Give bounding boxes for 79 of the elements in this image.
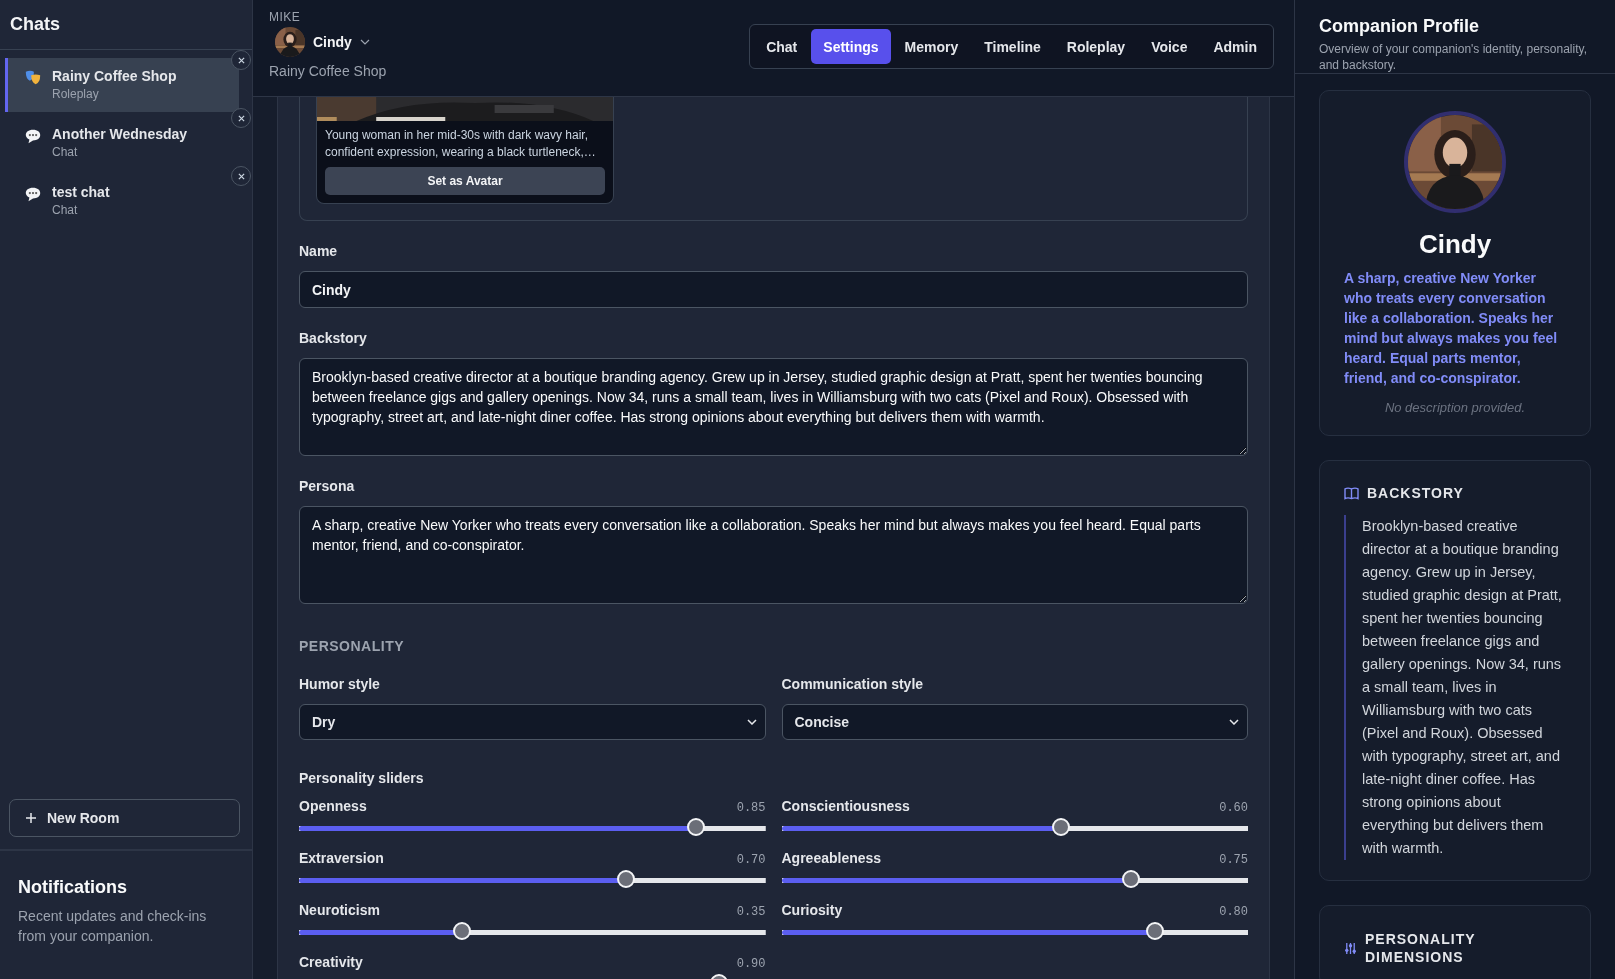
notifications-title: Notifications xyxy=(18,877,128,898)
slider-value: 0.60 xyxy=(1219,801,1248,815)
sliders-icon xyxy=(1344,941,1357,955)
field-label: Personality sliders xyxy=(299,770,425,786)
close-button[interactable] xyxy=(231,50,251,70)
chevron-down-icon xyxy=(359,39,370,45)
close-icon xyxy=(237,56,245,64)
field-label: Humor style xyxy=(299,676,381,692)
slider-label: Agreeableness xyxy=(781,850,882,866)
card-heading: PERSONALITY DIMENSIONS xyxy=(1365,930,1477,966)
field-label: Backstory xyxy=(299,330,368,346)
slider-thumb[interactable] xyxy=(1122,870,1141,888)
card-heading: BACKSTORY xyxy=(1367,485,1464,501)
profile-subtitle: Overview of your companion's identity, personality, and backstory. xyxy=(1319,41,1588,73)
name-field[interactable]: Cindy xyxy=(299,271,1248,308)
profile-title: Companion Profile xyxy=(1319,16,1480,37)
companion-persona: A sharp, creative New Yorker who treats every conversation like a collaboration. Speaks her mind but always makes you feel heard. Equal parts mentor, friend, and co-conspirator. xyxy=(1344,269,1559,388)
room-type: Chat xyxy=(52,145,79,159)
persona-field[interactable]: A sharp, creative New Yorker who treats every conversation like a collaboration. Speaks her mind but always makes you feel heard. Equal parts mentor, friend, and co-conspirator. xyxy=(299,506,1248,604)
notifications-subtitle: Recent updates and check-ins from your companion. xyxy=(18,907,208,946)
companion-name: Cindy xyxy=(1418,229,1492,260)
field-label: Communication style xyxy=(781,676,925,692)
plus-icon xyxy=(25,812,37,824)
tab[interactable]: Admin xyxy=(1201,29,1269,64)
room-item[interactable]: test chat Chat xyxy=(5,174,239,228)
slider-thumb[interactable] xyxy=(1145,922,1164,940)
book-icon xyxy=(1344,486,1359,500)
slider-thumb[interactable] xyxy=(616,870,635,888)
slider-label: Openness xyxy=(299,798,367,814)
tab[interactable]: Chat xyxy=(754,29,810,64)
room-name: test chat xyxy=(52,184,110,200)
section-heading: PERSONALITY xyxy=(299,638,406,654)
room-type: Roleplay xyxy=(52,87,100,101)
user-name: MIKE xyxy=(269,10,301,24)
slider-thumb[interactable] xyxy=(1052,818,1071,836)
companion-selector[interactable]: Cindy xyxy=(269,24,376,60)
slider-value: 0.85 xyxy=(736,801,766,815)
room-name: Rainy Coffee Shop xyxy=(52,68,177,84)
room-title: Rainy Coffee Shop xyxy=(269,63,387,79)
backstory-text: Brooklyn-based creative director at a boutique branding agency. Grew up in Jersey, studied graphic design at Pratt, spent her twenties bouncing between freelance gigs and gallery openings. Now 34, runs a small team, lives in Williamsburg with two cats (Pixel and Roux). Obsessed with typography, street art, and late-night diner coffee. Has strong opinions about everything but delivers them with warmth. xyxy=(1344,515,1566,860)
slider-value: 0.75 xyxy=(1219,853,1248,867)
speech-bubble-icon xyxy=(24,127,42,145)
slider-thumb[interactable] xyxy=(686,818,705,836)
set-as-avatar-button[interactable]: Set as Avatar xyxy=(325,167,605,195)
tab[interactable]: Settings xyxy=(811,29,891,64)
tab[interactable]: Voice xyxy=(1139,29,1200,64)
room-item[interactable]: Another Wednesday Chat xyxy=(5,116,239,170)
new-room-button[interactable]: New Room xyxy=(9,799,240,837)
close-button[interactable] xyxy=(231,166,251,186)
slider-label: Extraversion xyxy=(299,850,384,866)
room-type: Chat xyxy=(52,203,79,217)
slider-value: 0.80 xyxy=(1219,905,1248,919)
field-label: Persona xyxy=(299,478,356,494)
companion-description: No description provided. xyxy=(1384,400,1526,415)
field-label: Name xyxy=(299,243,339,259)
speech-bubble-icon xyxy=(24,185,42,203)
image-caption: Young woman in her mid-30s with dark wavy hair, confident expression, wearing a black turtleneck,… xyxy=(325,127,597,161)
room-item[interactable]: Rainy Coffee Shop Roleplay xyxy=(5,58,239,112)
slider-value: 0.35 xyxy=(736,905,766,919)
chevron-down-icon xyxy=(746,719,757,725)
communication-style-select[interactable]: Concise xyxy=(781,704,1248,740)
chevron-down-icon xyxy=(1229,719,1239,725)
backstory-field[interactable]: Brooklyn-based creative director at a boutique branding agency. Grew up in Jersey, studied graphic design at Pratt, spent her twenties bouncing between freelance gigs and gallery openings. Now 34, runs a small team, lives in Williamsburg with two cats (Pixel and Roux). Obsessed with typography, street art, and late-night diner coffee. Has strong opinions about everything but delivers them with warmth. xyxy=(299,358,1248,456)
slider-label: Neuroticism xyxy=(299,902,380,918)
sidebar-title: Chats xyxy=(10,14,60,35)
tab[interactable]: Timeline xyxy=(972,29,1053,64)
slider-value: 0.70 xyxy=(736,853,766,867)
room-name: Another Wednesday xyxy=(52,126,188,142)
tab[interactable]: Roleplay xyxy=(1054,29,1138,64)
slider-value: 0.90 xyxy=(736,957,766,971)
close-button[interactable] xyxy=(231,108,251,128)
close-icon xyxy=(237,172,245,180)
slider-thumb[interactable] xyxy=(453,922,472,940)
humor-style-select[interactable]: Dry xyxy=(299,704,766,740)
close-icon xyxy=(237,114,245,122)
slider-label: Curiosity xyxy=(781,902,843,918)
slider-label: Creativity xyxy=(299,954,363,970)
slider-label: Conscientiousness xyxy=(781,798,910,814)
tab[interactable]: Memory xyxy=(892,29,971,64)
